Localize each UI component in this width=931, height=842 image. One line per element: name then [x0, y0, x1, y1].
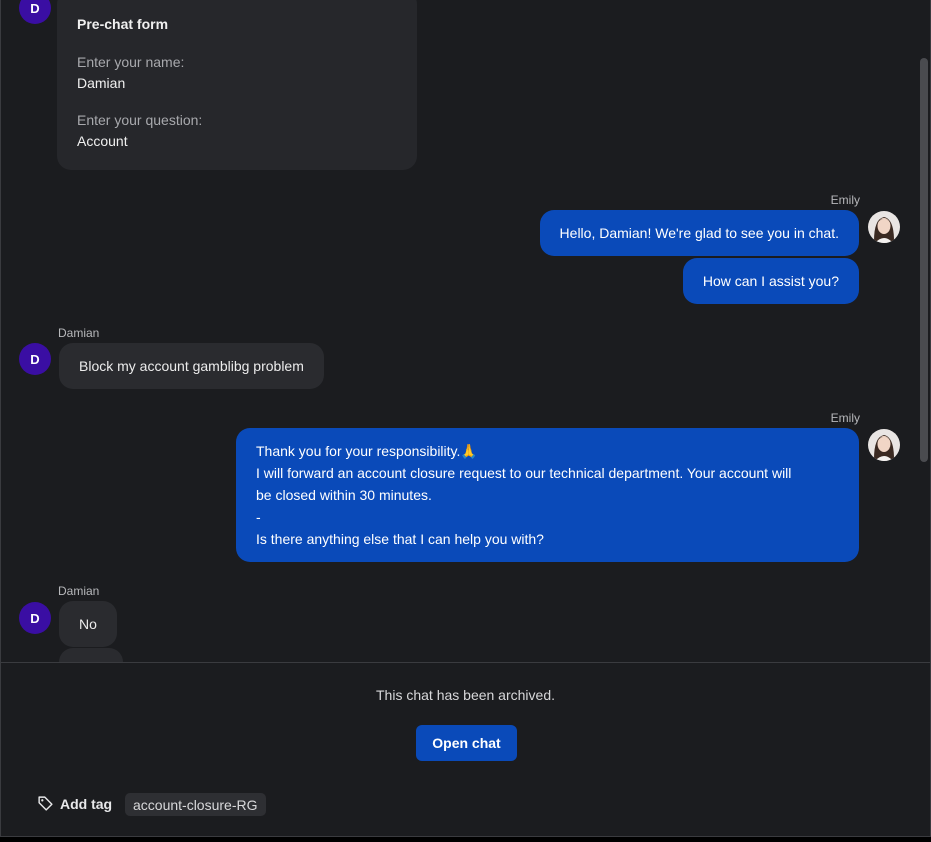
- message-text: Hello, Damian! We're glad to see you in …: [559, 225, 839, 241]
- name-label: Enter your name:: [77, 54, 185, 70]
- question-label: Enter your question:: [77, 112, 203, 128]
- visitor-message: Block my account gamblibg problem: [59, 343, 324, 389]
- agent-avatar: [868, 211, 900, 243]
- tag-chip[interactable]: account-closure-RG: [125, 793, 266, 816]
- message-line: -: [256, 509, 261, 525]
- archived-notice: This chat has been archived.: [376, 687, 555, 703]
- chat-window: D Pre-chat form Enter your name: Damian …: [0, 0, 931, 837]
- footer-divider: [1, 662, 930, 663]
- scrollbar-thumb[interactable]: [920, 58, 928, 462]
- agent-sender-name: Emily: [830, 411, 860, 425]
- message-text: How can I assist you?: [702, 273, 839, 289]
- visitor-avatar: D: [19, 602, 51, 634]
- visitor-message-partial: [59, 648, 123, 662]
- transcript-scrollbar[interactable]: [920, 58, 928, 462]
- chat-transcript[interactable]: D Pre-chat form Enter your name: Damian …: [1, 0, 930, 662]
- open-chat-button[interactable]: Open chat: [416, 725, 517, 761]
- prechat-form-title: Pre-chat form: [77, 16, 169, 32]
- message-line: be closed within 30 minutes.: [256, 487, 432, 503]
- message-line: Is there anything else that I can help y…: [256, 531, 544, 547]
- visitor-sender-name: Damian: [58, 584, 100, 598]
- agent-sender-name: Emily: [830, 193, 860, 207]
- add-tag-button[interactable]: Add tag: [37, 795, 112, 812]
- question-value: Account: [77, 133, 128, 149]
- prechat-form-card: Pre-chat form Enter your name: Damian En…: [57, 0, 417, 170]
- message-text: No: [79, 616, 97, 632]
- add-tag-label: Add tag: [60, 795, 113, 812]
- visitor-message: No: [59, 601, 117, 647]
- message-text: Block my account gamblibg problem: [79, 358, 304, 374]
- visitor-avatar: D: [19, 343, 51, 375]
- agent-message: Hello, Damian! We're glad to see you in …: [539, 210, 859, 256]
- agent-message: How can I assist you?: [682, 258, 859, 304]
- message-line: I will forward an account closure reques…: [256, 465, 792, 481]
- agent-avatar: [868, 429, 900, 461]
- visitor-sender-name: Damian: [58, 326, 100, 340]
- tag-icon: [38, 796, 53, 811]
- visitor-avatar: D: [19, 0, 51, 24]
- name-value: Damian: [77, 75, 126, 91]
- agent-message: Thank you for your responsibility.🙏 I wi…: [236, 428, 859, 562]
- message-line: Thank you for your responsibility.🙏: [256, 443, 478, 459]
